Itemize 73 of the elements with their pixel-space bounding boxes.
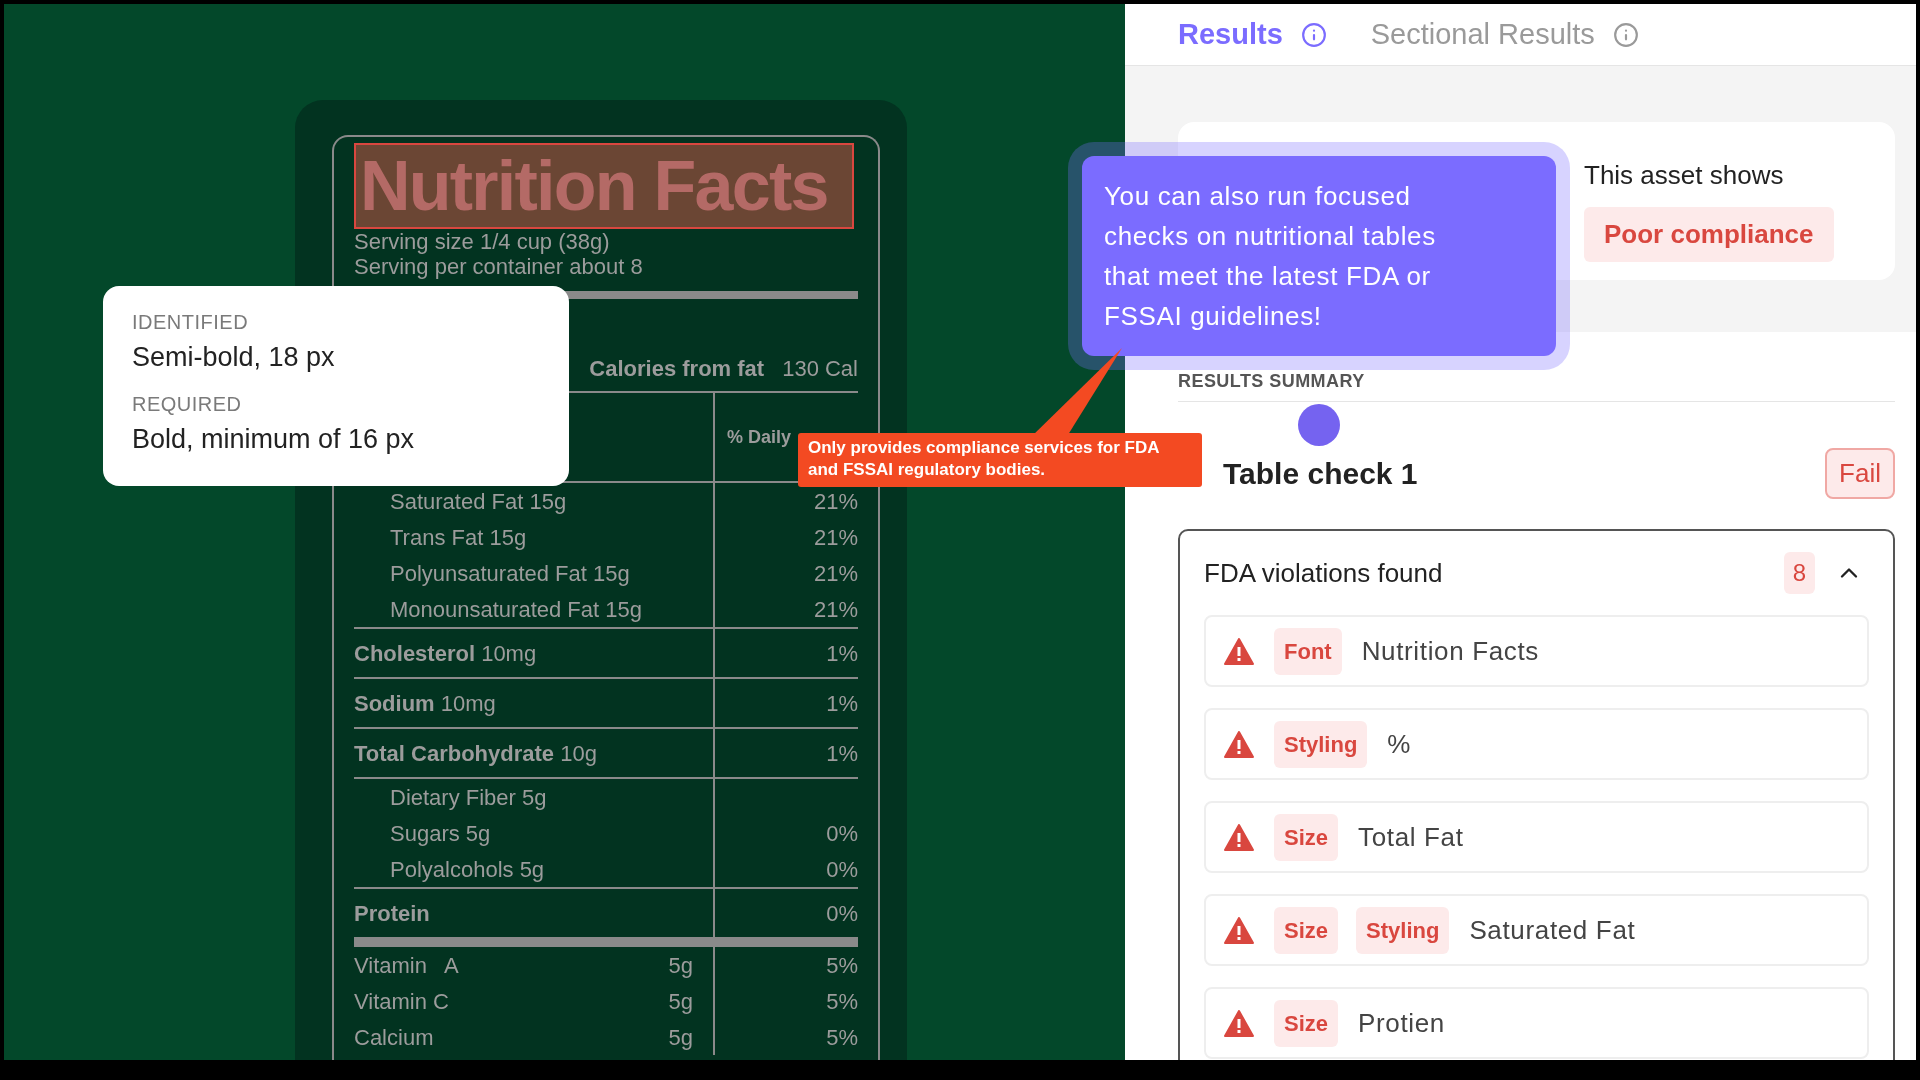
nutrient-amount: 5g bbox=[668, 1023, 693, 1052]
count-badge: 8 bbox=[1783, 552, 1815, 594]
nutrient-label: Monounsaturated Fat 15g bbox=[389, 595, 642, 624]
violation-tag: Font bbox=[1274, 627, 1342, 675]
violation-tag: Styling bbox=[1356, 906, 1450, 954]
column-header: % Daily bbox=[727, 427, 792, 447]
warning-icon bbox=[1224, 916, 1254, 944]
nutrient-label: Cholesterol 10mg bbox=[354, 639, 537, 668]
nutrient-amount: 5g bbox=[668, 951, 693, 980]
nutrient-label: Total Carbohydrate 10g bbox=[354, 739, 597, 768]
warning-icon bbox=[1224, 823, 1254, 851]
violation-row[interactable]: Font Nutrition Facts bbox=[1204, 615, 1869, 687]
daily-percent: 0% bbox=[826, 819, 858, 848]
violation-tag: Size bbox=[1274, 813, 1339, 861]
violation-text: Protien bbox=[1358, 1006, 1445, 1040]
info-icon[interactable] bbox=[1300, 21, 1327, 48]
nutrient-label: Protein bbox=[354, 899, 430, 928]
daily-percent: 21% bbox=[813, 523, 858, 552]
callout-text: Only provides compliance services for FDA and FSSAI regulatory bodies. bbox=[808, 437, 1160, 481]
nutrient-label: Calcium bbox=[354, 1023, 434, 1052]
violation-text: Nutrition Facts bbox=[1361, 634, 1539, 668]
violation-row[interactable]: Size Styling Saturated Fat bbox=[1204, 894, 1869, 966]
daily-percent: 1% bbox=[826, 689, 858, 718]
info-icon[interactable] bbox=[1612, 21, 1639, 48]
nutrient-label: Vitamin A bbox=[354, 951, 459, 980]
violation-text: % bbox=[1387, 727, 1412, 761]
field-value: Semi-bold, 18 px bbox=[132, 341, 336, 374]
daily-percent: 1% bbox=[826, 639, 858, 668]
field-value: Bold, minimum of 16 px bbox=[132, 423, 416, 456]
violation-tag: Size bbox=[1274, 999, 1339, 1047]
violation-text: Total Fat bbox=[1358, 820, 1464, 854]
check-title: Table check 1 bbox=[1223, 456, 1418, 492]
daily-percent: 5% bbox=[826, 1023, 858, 1052]
violation-text: Saturated Fat bbox=[1469, 913, 1636, 947]
violation-tag: Size bbox=[1274, 906, 1339, 954]
section-heading: RESULTS SUMMARY bbox=[1178, 370, 1365, 393]
serving-text: Serving per container about 8 bbox=[354, 254, 644, 279]
warning-icon bbox=[1224, 730, 1254, 758]
tooltip-text: You can also run focused checks on nutritional tables that meet the latest FDA or FSSAI guidelines! bbox=[1104, 180, 1437, 333]
nutrient-label: Sugars 5g bbox=[389, 819, 491, 848]
calories-label: Calories from fat bbox=[589, 355, 765, 383]
nutrient-label: Saturated Fat 15g bbox=[389, 487, 567, 516]
summary-text: This asset shows bbox=[1584, 159, 1784, 192]
daily-percent: 1% bbox=[826, 739, 858, 768]
field-label: IDENTIFIED bbox=[132, 310, 250, 334]
compliance-badge: Poor compliance bbox=[1584, 207, 1834, 262]
nutrient-label: Vitamin C bbox=[354, 987, 449, 1016]
nutrient-amount: 5g bbox=[668, 987, 693, 1016]
violation-row[interactable]: Size Protien bbox=[1204, 987, 1869, 1059]
nutrient-label: Trans Fat 15g bbox=[389, 523, 527, 552]
daily-percent: 21% bbox=[813, 595, 858, 624]
nutrient-label: Polyalcohols 5g bbox=[389, 855, 545, 884]
calories-value: 130 Cal bbox=[782, 355, 858, 383]
violation-row[interactable]: Styling % bbox=[1204, 708, 1869, 780]
daily-percent: 5% bbox=[826, 951, 858, 980]
warning-icon bbox=[1224, 1009, 1254, 1037]
daily-percent: 21% bbox=[813, 487, 858, 516]
daily-percent: 0% bbox=[826, 899, 858, 928]
tab[interactable]: Results bbox=[1178, 12, 1327, 57]
violation-tag: Styling bbox=[1274, 720, 1368, 768]
nutrient-label: Polyunsaturated Fat 15g bbox=[389, 559, 630, 588]
violation-row[interactable]: Size Total Fat bbox=[1204, 801, 1869, 873]
daily-percent: 21% bbox=[813, 559, 858, 588]
daily-percent: 0% bbox=[826, 855, 858, 884]
field-label: REQUIRED bbox=[132, 392, 243, 416]
serving-text: Serving size 1/4 cup (38g) bbox=[354, 229, 611, 254]
nutrient-label: Sodium 10mg bbox=[354, 689, 496, 718]
label-title: Nutrition Facts bbox=[354, 143, 854, 229]
panel-title: FDA violations found bbox=[1204, 556, 1443, 590]
nutrient-label: Dietary Fiber 5g bbox=[389, 783, 547, 812]
warning-icon bbox=[1224, 637, 1254, 665]
status-badge: Fail bbox=[1825, 448, 1895, 499]
daily-percent: 5% bbox=[826, 987, 858, 1016]
